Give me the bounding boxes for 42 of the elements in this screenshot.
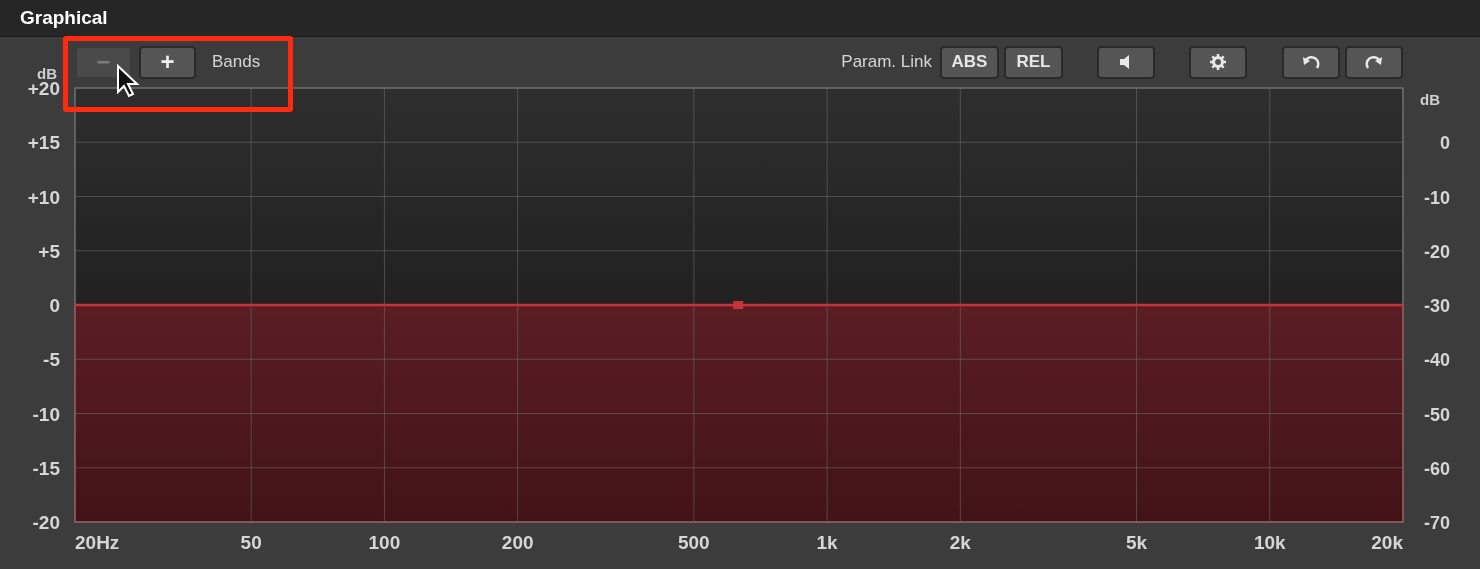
y-tick-label: -20 bbox=[1424, 241, 1450, 262]
y-tick-label: -70 bbox=[1424, 513, 1450, 533]
redo-icon bbox=[1365, 53, 1383, 71]
y-tick-label: -50 bbox=[1424, 404, 1450, 425]
settings-button[interactable] bbox=[1191, 47, 1245, 77]
y-tick-label: -15 bbox=[32, 457, 60, 479]
link-mode-button[interactable]: REL bbox=[1006, 47, 1061, 77]
x-tick-label: 20k bbox=[1371, 532, 1403, 553]
band-node[interactable] bbox=[733, 301, 744, 309]
bands-label: Bands bbox=[212, 51, 261, 74]
y-tick-label: -30 bbox=[1424, 296, 1450, 316]
param-link-label: Param. Link bbox=[841, 51, 932, 74]
window-title: Graphical bbox=[20, 5, 108, 30]
x-tick-label: 200 bbox=[501, 532, 534, 553]
undo-icon bbox=[1302, 53, 1320, 71]
x-tick-label: 20Hz bbox=[75, 532, 120, 553]
x-tick-label: 500 bbox=[677, 532, 710, 553]
speaker-button[interactable] bbox=[1099, 47, 1153, 77]
undo-button[interactable] bbox=[1284, 47, 1338, 77]
settings-icon bbox=[1209, 53, 1227, 71]
y-tick-label: 0 bbox=[49, 295, 60, 316]
y-tick-label: +5 bbox=[38, 240, 60, 262]
x-tick-label: 100 bbox=[368, 532, 401, 553]
x-tick-label: 10k bbox=[1253, 532, 1286, 553]
y-tick-label: -10 bbox=[32, 403, 60, 425]
y-tick-label: -10 bbox=[1424, 187, 1450, 208]
axis-unit: dB bbox=[1420, 90, 1440, 110]
mouse-cursor-icon bbox=[116, 64, 140, 98]
y-tick-label: -40 bbox=[1424, 350, 1450, 371]
y-tick-label: +10 bbox=[27, 186, 60, 208]
y-tick-label: -5 bbox=[43, 349, 60, 371]
x-tick-label: 2k bbox=[949, 532, 971, 553]
x-tick-label: 50 bbox=[240, 532, 262, 553]
y-tick-label: -20 bbox=[32, 512, 60, 533]
y-tick-label: +15 bbox=[27, 132, 60, 154]
add-band-button[interactable]: + bbox=[141, 47, 194, 77]
x-tick-label: 1k bbox=[816, 532, 838, 553]
y-tick-label: -60 bbox=[1424, 458, 1450, 479]
redo-button[interactable] bbox=[1347, 47, 1401, 77]
link-mode-button[interactable]: ABS bbox=[942, 47, 997, 77]
x-tick-label: 5k bbox=[1125, 532, 1148, 553]
y-tick-label: 0 bbox=[1440, 133, 1450, 154]
